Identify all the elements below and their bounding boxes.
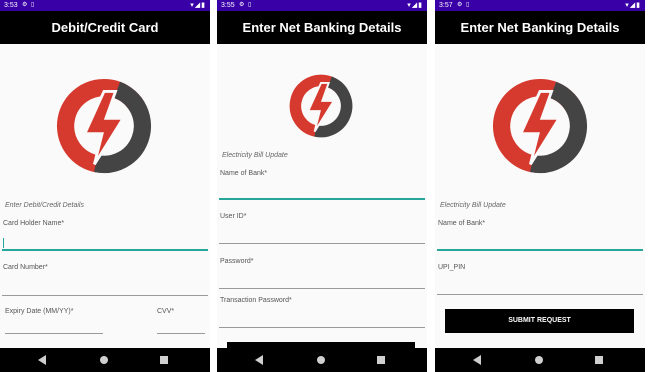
electricity-logo-icon bbox=[56, 78, 152, 174]
status-bar: 3:55 ⚙ ▯ ▾◢▮ bbox=[217, 0, 427, 11]
status-bar: 3:57 ⚙ ▯ ▾◢▮ bbox=[435, 0, 645, 11]
screen-net-banking-upi: 3:57 ⚙ ▯ ▾◢▮ Enter Net Banking Details E… bbox=[435, 0, 645, 372]
bank-name-input[interactable] bbox=[437, 249, 643, 251]
section-label: Enter Debit/Credit Details bbox=[5, 202, 84, 209]
bank-name-label: Name of Bank* bbox=[220, 170, 268, 177]
submit-request-button[interactable]: SUBMIT REQUEST bbox=[445, 309, 634, 333]
wifi-battery-icons: ▾◢▮ bbox=[625, 2, 641, 9]
transaction-password-label: Transaction Password* bbox=[220, 297, 292, 304]
notification-icons: ⚙ ▯ bbox=[457, 2, 471, 8]
screen-net-banking-1: 3:55 ⚙ ▯ ▾◢▮ Enter Net Banking Details E… bbox=[217, 0, 427, 372]
screen-debit-credit: 3:53 ⚙ ▯ ▾◢▮ Debit/Credit Card Enter Deb… bbox=[0, 0, 210, 372]
app-bar-title: Enter Net Banking Details bbox=[435, 11, 645, 44]
user-id-input[interactable] bbox=[219, 243, 425, 244]
navigation-bar bbox=[435, 348, 645, 372]
cvv-label: CVV* bbox=[157, 308, 175, 315]
password-label: Password* bbox=[220, 258, 254, 265]
notification-icons: ⚙ ▯ bbox=[239, 2, 253, 8]
card-holder-name-input[interactable] bbox=[2, 249, 208, 251]
expiry-date-label: Expiry Date (MM/YY)* bbox=[5, 308, 74, 315]
card-number-label: Card Number* bbox=[3, 264, 48, 271]
expiry-date-input[interactable] bbox=[5, 333, 103, 334]
bank-name-input[interactable] bbox=[219, 198, 425, 200]
back-icon[interactable] bbox=[38, 355, 46, 365]
status-time: 3:57 bbox=[439, 2, 453, 9]
text-cursor bbox=[3, 238, 4, 248]
back-icon[interactable] bbox=[473, 355, 481, 365]
section-label: Electricity Bill Update bbox=[222, 152, 288, 159]
electricity-logo-icon bbox=[289, 74, 353, 138]
upi-pin-label: UPI_PIN bbox=[438, 264, 466, 271]
wifi-battery-icons: ▾◢▮ bbox=[190, 2, 206, 9]
home-icon[interactable] bbox=[100, 356, 108, 364]
status-time: 3:55 bbox=[221, 2, 235, 9]
recent-apps-icon[interactable] bbox=[377, 356, 385, 364]
navigation-bar bbox=[0, 348, 210, 372]
recent-apps-icon[interactable] bbox=[595, 356, 603, 364]
app-bar-title: Enter Net Banking Details bbox=[217, 11, 427, 44]
upi-pin-input[interactable] bbox=[437, 294, 643, 295]
home-icon[interactable] bbox=[317, 356, 325, 364]
app-bar-title: Debit/Credit Card bbox=[0, 11, 210, 44]
status-bar: 3:53 ⚙ ▯ ▾◢▮ bbox=[0, 0, 210, 11]
wifi-battery-icons: ▾◢▮ bbox=[407, 2, 423, 9]
user-id-label: User ID* bbox=[220, 213, 247, 220]
bank-name-label: Name of Bank* bbox=[438, 220, 486, 227]
transaction-password-input[interactable] bbox=[219, 327, 425, 328]
notification-icons: ⚙ ▯ bbox=[22, 2, 36, 8]
electricity-logo-icon bbox=[492, 78, 588, 174]
recent-apps-icon[interactable] bbox=[160, 356, 168, 364]
status-time: 3:53 bbox=[4, 2, 18, 9]
section-label: Electricity Bill Update bbox=[440, 202, 506, 209]
navigation-bar bbox=[217, 348, 427, 372]
back-icon[interactable] bbox=[255, 355, 263, 365]
cvv-input[interactable] bbox=[157, 333, 205, 334]
card-number-input[interactable] bbox=[2, 295, 208, 296]
home-icon[interactable] bbox=[535, 356, 543, 364]
password-input[interactable] bbox=[219, 288, 425, 289]
card-holder-name-label: Card Holder Name* bbox=[3, 220, 65, 227]
